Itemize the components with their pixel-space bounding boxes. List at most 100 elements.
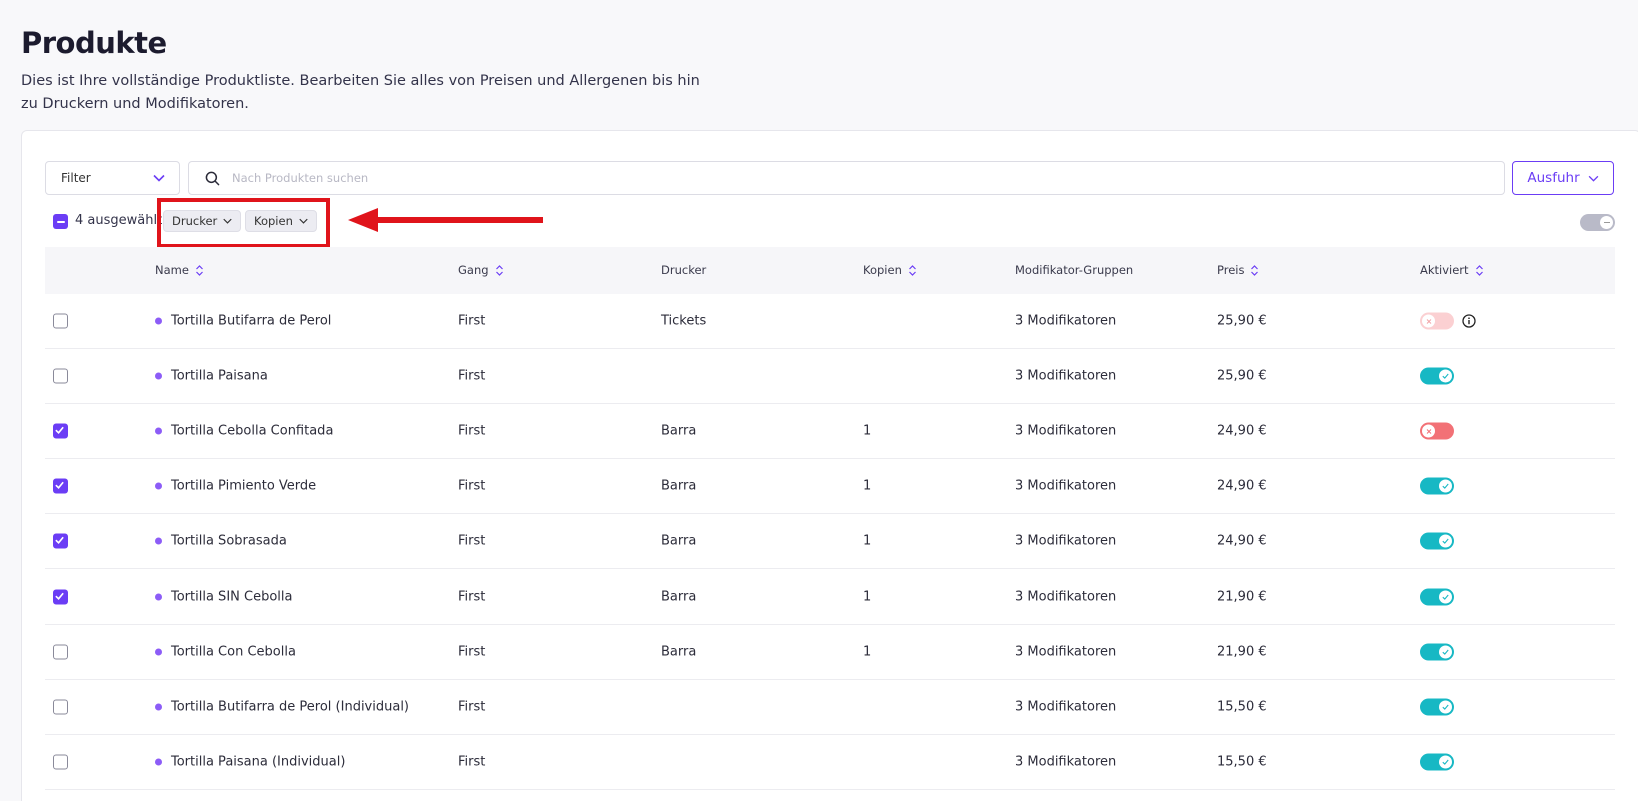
table-row[interactable]: Tortilla SIN Cebolla First Barra 1 3 Modifik… (45, 570, 1615, 625)
cell-drucker: Barra (661, 589, 697, 605)
cell-preis: 25,90 € (1217, 368, 1267, 384)
column-label: Kopien (863, 263, 902, 277)
sort-icon (908, 264, 916, 276)
cell-gang: First (458, 313, 486, 329)
product-name[interactable]: Tortilla Butifarra de Perol (171, 314, 331, 329)
chip-label: Kopien (254, 214, 293, 228)
indeterminate-icon (56, 220, 65, 223)
row-checkbox[interactable] (53, 754, 68, 770)
table-row[interactable]: Tortilla Cebolla Confitada First Barra 1 3 M… (45, 404, 1615, 459)
row-checkbox[interactable] (53, 478, 68, 494)
status-dot (155, 648, 162, 656)
cell-kopien: 1 (863, 423, 872, 439)
table-row[interactable]: Tortilla Pimiento Verde First Barra 1 3 Modi… (45, 459, 1615, 514)
cell-preis: 24,90 € (1217, 478, 1267, 494)
cell-gang: First (458, 423, 486, 439)
view-toggle[interactable] (1580, 214, 1615, 231)
cell-modifikator: 3 Modifikatoren (1015, 478, 1117, 494)
page-title: Produkte (21, 26, 167, 60)
cell-gang: First (458, 478, 486, 494)
search-box[interactable] (188, 161, 1505, 195)
cell-drucker: Barra (661, 478, 697, 494)
product-name[interactable]: Tortilla SIN Cebolla (171, 590, 292, 605)
chip-kopien[interactable]: Kopien (245, 210, 317, 232)
product-name[interactable]: Tortilla Pimiento Verde (171, 479, 316, 494)
active-toggle[interactable] (1420, 588, 1454, 606)
active-toggle[interactable] (1420, 753, 1454, 771)
cell-modifikator: 3 Modifikatoren (1015, 368, 1117, 384)
search-input[interactable] (232, 171, 1432, 185)
select-all-checkbox[interactable] (53, 214, 68, 229)
column-header-aktiviert[interactable]: Aktiviert (1420, 263, 1483, 277)
cell-gang: First (458, 754, 486, 770)
toggle-knob (1439, 534, 1452, 548)
cell-kopien: 1 (863, 533, 872, 549)
cell-preis: 24,90 € (1217, 533, 1267, 549)
table-row[interactable]: Tortilla Butifarra de Perol (Individual)… (45, 680, 1615, 735)
red-arrow-icon (348, 208, 543, 232)
search-icon (205, 171, 220, 185)
export-button[interactable]: Ausfuhr (1512, 161, 1614, 195)
row-checkbox[interactable] (53, 699, 68, 715)
sort-icon (1475, 264, 1483, 276)
product-name[interactable]: Tortilla Paisana (171, 369, 268, 384)
product-name[interactable]: Tortilla Paisana (Individual) (171, 755, 345, 770)
toggle-knob (1439, 369, 1452, 383)
column-label: Name (155, 263, 189, 277)
cell-drucker: Barra (661, 423, 697, 439)
cell-gang: First (458, 368, 486, 384)
column-header-name[interactable]: Name (155, 263, 203, 277)
row-checkbox[interactable] (53, 423, 68, 439)
chevron-down-icon (1588, 175, 1598, 182)
active-toggle[interactable] (1420, 643, 1454, 661)
row-checkbox[interactable] (53, 533, 68, 549)
column-header-kopien[interactable]: Kopien (863, 263, 916, 277)
table-row[interactable]: Tortilla Paisana First 3 Modifikatoren 25,9… (45, 349, 1615, 404)
cell-preis: 25,90 € (1217, 313, 1267, 329)
column-header-gang[interactable]: Gang (458, 263, 503, 277)
table-row[interactable]: Tortilla Paisana (Individual) First 3 Modi… (45, 735, 1615, 790)
product-name[interactable]: Tortilla Con Cebolla (171, 645, 296, 660)
cell-gang: First (458, 533, 486, 549)
cell-modifikator: 3 Modifikatoren (1015, 644, 1117, 660)
row-checkbox[interactable] (53, 313, 68, 329)
row-checkbox[interactable] (53, 644, 68, 660)
active-toggle[interactable] (1420, 312, 1454, 330)
chip-label: Drucker (172, 214, 218, 228)
toggle-knob (1422, 314, 1435, 328)
active-toggle[interactable] (1420, 532, 1454, 550)
active-toggle[interactable] (1420, 422, 1454, 440)
chip-drucker[interactable]: Drucker (163, 210, 242, 232)
row-checkbox[interactable] (53, 368, 68, 384)
toggle-knob (1439, 755, 1452, 769)
page-description: Dies ist Ihre vollständige Produktliste.… (21, 73, 700, 112)
product-name[interactable]: Tortilla Butifarra de Perol (Individual) (171, 700, 409, 715)
column-label: Drucker (661, 263, 707, 277)
table-row[interactable]: Tortilla Con Cebolla First Barra 1 3 Modifik… (45, 625, 1615, 680)
active-toggle[interactable] (1420, 477, 1454, 495)
status-dot (155, 758, 162, 766)
info-icon[interactable] (1462, 314, 1476, 328)
filter-dropdown[interactable]: Filter (45, 161, 180, 195)
cell-preis: 15,50 € (1217, 699, 1267, 715)
status-dot (155, 317, 162, 325)
status-dot (155, 427, 162, 435)
product-name[interactable]: Tortilla Sobrasada (171, 534, 287, 549)
toggle-knob (1439, 700, 1452, 714)
column-header-modifikator: Modifikator-Gruppen (1015, 263, 1133, 277)
table-row[interactable]: Tortilla Sobrasada First Barra 1 3 Modifikat… (45, 514, 1615, 569)
cell-modifikator: 3 Modifikatoren (1015, 754, 1117, 770)
toggle-knob (1600, 216, 1613, 229)
column-header-preis[interactable]: Preis (1217, 263, 1259, 277)
row-checkbox[interactable] (53, 589, 68, 605)
cell-gang: First (458, 699, 486, 715)
cell-kopien: 1 (863, 644, 872, 660)
table-row[interactable]: Tortilla Butifarra de Perol First Tickets 3… (45, 294, 1615, 349)
active-toggle[interactable] (1420, 367, 1454, 385)
column-label: Aktiviert (1420, 263, 1469, 277)
cell-drucker: Barra (661, 533, 697, 549)
product-name[interactable]: Tortilla Cebolla Confitada (171, 424, 333, 439)
cell-modifikator: 3 Modifikatoren (1015, 313, 1117, 329)
active-toggle[interactable] (1420, 698, 1454, 716)
column-header-drucker: Drucker (661, 263, 706, 277)
